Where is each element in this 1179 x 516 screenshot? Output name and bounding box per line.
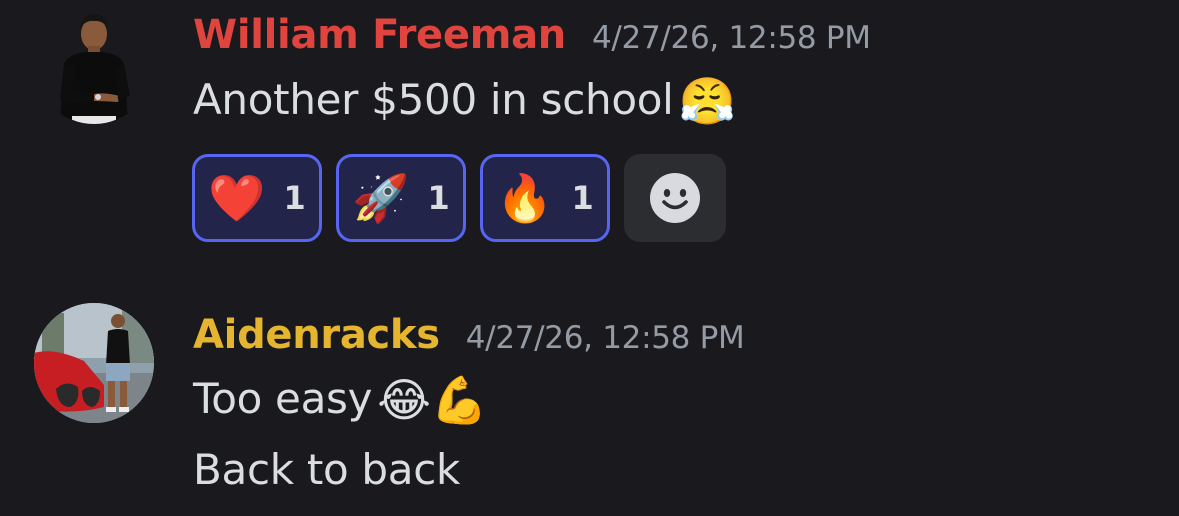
timestamp: 4/27/26, 12:58 PM	[465, 320, 745, 356]
reactions-bar: ❤️ 1 🚀 1 🔥 1	[192, 154, 726, 242]
reaction-count: 1	[427, 179, 450, 217]
laughing-flexed-biceps-emoji-icon: 😂💪	[377, 373, 488, 427]
reaction-fire[interactable]: 🔥 1	[480, 154, 610, 242]
message-header: William Freeman 4/27/26, 12:58 PM	[193, 12, 871, 58]
message-text: Another $500 in school	[193, 75, 674, 124]
reaction-heart[interactable]: ❤️ 1	[192, 154, 322, 242]
author-name[interactable]: William Freeman	[193, 12, 566, 58]
heart-icon: ❤️	[208, 171, 266, 225]
smiley-add-reaction-icon	[650, 173, 700, 223]
avatar[interactable]	[34, 4, 154, 124]
message-william: William Freeman 4/27/26, 12:58 PM	[193, 12, 871, 58]
message-text: Back to back	[193, 445, 461, 494]
reaction-count: 1	[283, 179, 306, 217]
author-name[interactable]: Aidenracks	[193, 312, 440, 358]
william-avatar-image	[34, 4, 154, 124]
add-reaction-button[interactable]	[624, 154, 726, 242]
message-aiden: Aidenracks 4/27/26, 12:58 PM	[193, 312, 745, 358]
message-line: Back to back	[193, 445, 460, 494]
timestamp: 4/27/26, 12:58 PM	[591, 20, 871, 56]
message-header: Aidenracks 4/27/26, 12:58 PM	[193, 312, 745, 358]
chat-message-list: William Freeman 4/27/26, 12:58 PM Anothe…	[0, 0, 1179, 516]
avatar[interactable]	[34, 303, 154, 423]
message-line: Too easy 😂💪	[193, 373, 488, 428]
fire-icon: 🔥	[496, 171, 554, 225]
aiden-avatar-image	[34, 303, 154, 423]
huffing-face-emoji-icon: 😤	[678, 74, 736, 128]
reaction-count: 1	[571, 179, 594, 217]
message-text: Too easy	[193, 374, 373, 423]
rocket-icon: 🚀	[352, 171, 410, 225]
message-line: Another $500 in school 😤	[193, 74, 736, 129]
reaction-rocket[interactable]: 🚀 1	[336, 154, 466, 242]
